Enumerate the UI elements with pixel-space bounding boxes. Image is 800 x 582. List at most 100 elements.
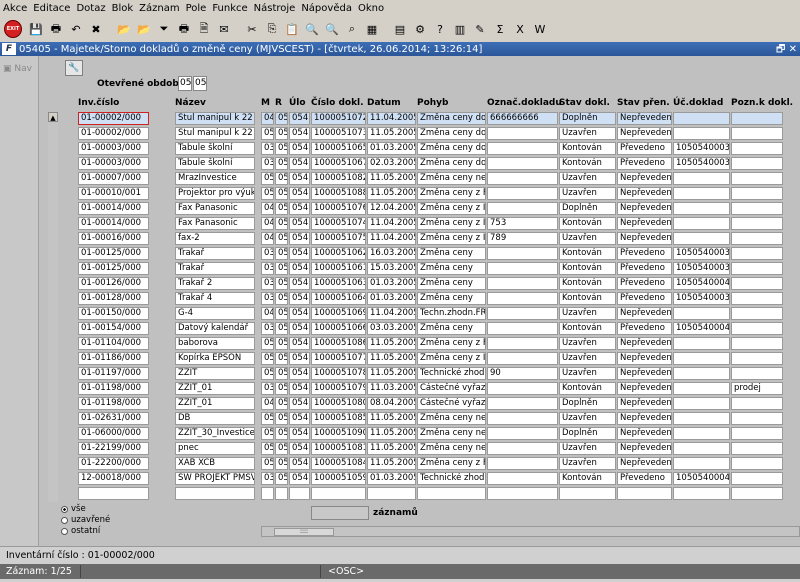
table-cell[interactable]: Změna ceny z FR: [417, 457, 486, 470]
table-cell[interactable]: 054: [289, 472, 310, 485]
column-header-1[interactable]: Název: [175, 98, 206, 108]
undo-icon[interactable]: ↶: [67, 20, 85, 38]
table-cell[interactable]: 054: [289, 157, 310, 170]
table-cell[interactable]: 05: [275, 142, 288, 155]
table-cell[interactable]: [731, 247, 783, 260]
table-cell[interactable]: 11.03.2005: [367, 382, 416, 395]
table-cell[interactable]: Kontován: [559, 217, 616, 230]
table-cell[interactable]: 1000051073: [311, 127, 366, 140]
table-cell[interactable]: 1000051064: [311, 292, 366, 305]
table-cell[interactable]: [487, 397, 558, 410]
table-cell[interactable]: Změna ceny do 4: [417, 127, 486, 140]
table-cell[interactable]: [487, 382, 558, 395]
table-cell[interactable]: Převedeno: [617, 247, 672, 260]
menu-item-8[interactable]: Nápověda: [298, 3, 355, 14]
table-cell[interactable]: 054: [289, 337, 310, 350]
column-header-12[interactable]: Pozn.k dokl.: [731, 98, 793, 108]
table-cell[interactable]: Převedeno: [617, 142, 672, 155]
table-cell[interactable]: SW PROJEKT PMSV: [175, 472, 255, 485]
excel-icon[interactable]: X: [511, 20, 529, 38]
table-cell[interactable]: Projektor pro výuku: [175, 187, 255, 200]
delete-icon[interactable]: ✖: [87, 20, 105, 38]
table-cell[interactable]: Nepřevedeno: [617, 397, 672, 410]
table-cell[interactable]: [487, 142, 558, 155]
table-cell[interactable]: 04: [261, 112, 274, 125]
table-cell[interactable]: [673, 127, 730, 140]
save-icon[interactable]: 💾: [27, 20, 45, 38]
table-cell[interactable]: 11.04.2005: [367, 112, 416, 125]
table-cell[interactable]: 05: [275, 352, 288, 365]
table-cell[interactable]: [78, 487, 149, 500]
table-cell[interactable]: 054: [289, 232, 310, 245]
table-cell[interactable]: 1050540004: [673, 277, 730, 290]
table-cell[interactable]: 03: [261, 292, 274, 305]
menu-item-9[interactable]: Okno: [355, 3, 387, 14]
table-cell[interactable]: 054: [289, 427, 310, 440]
menu-item-7[interactable]: Nástroje: [251, 3, 299, 14]
table-cell[interactable]: Změna ceny: [417, 292, 486, 305]
table-cell[interactable]: [673, 382, 730, 395]
scroll-thumb[interactable]: ::::: [274, 528, 334, 536]
table-cell[interactable]: [487, 157, 558, 170]
table-cell[interactable]: [673, 457, 730, 470]
table-cell[interactable]: 05: [275, 217, 288, 230]
table-cell[interactable]: Nepřevedeno: [617, 112, 672, 125]
table-cell[interactable]: 1050540003: [673, 262, 730, 275]
folder-icon[interactable]: 📂: [135, 20, 153, 38]
table-cell[interactable]: 11.05.2005: [367, 427, 416, 440]
table-cell[interactable]: G-4: [175, 307, 255, 320]
table-cell[interactable]: [673, 307, 730, 320]
chart-icon[interactable]: ▥: [451, 20, 469, 38]
table-cell[interactable]: Změna ceny: [417, 322, 486, 335]
table-cell[interactable]: 05: [261, 367, 274, 380]
table-cell[interactable]: Částečné vyřazer: [417, 397, 486, 410]
table-cell[interactable]: [673, 187, 730, 200]
table-cell[interactable]: 05: [275, 307, 288, 320]
table-cell[interactable]: 01.03.2005: [367, 292, 416, 305]
table-cell[interactable]: 05: [275, 412, 288, 425]
table-cell[interactable]: Převedeno: [617, 322, 672, 335]
table-cell[interactable]: [487, 337, 558, 350]
table-cell[interactable]: 05: [275, 247, 288, 260]
table-cell[interactable]: Uzavřen: [559, 127, 616, 140]
table-cell[interactable]: Kontován: [559, 382, 616, 395]
table-cell[interactable]: 05: [275, 232, 288, 245]
table-cell[interactable]: Změna ceny do 4: [417, 112, 486, 125]
table-cell[interactable]: Nepřevedeno: [617, 382, 672, 395]
scroll-up-icon[interactable]: ▲: [48, 112, 58, 122]
column-header-2[interactable]: M: [261, 98, 270, 108]
table-cell[interactable]: ZZIT_01: [175, 397, 255, 410]
table-cell[interactable]: [311, 487, 366, 500]
table-cell[interactable]: 054: [289, 367, 310, 380]
table-cell[interactable]: Uzavřen: [559, 442, 616, 455]
help-icon[interactable]: ?: [431, 20, 449, 38]
zoom-icon[interactable]: ⌕: [343, 20, 361, 38]
table-cell[interactable]: Fax Panasonic: [175, 202, 255, 215]
table-cell[interactable]: Změna ceny: [417, 247, 486, 260]
table-cell[interactable]: 01-00154/000: [78, 322, 149, 335]
table-cell[interactable]: 753: [487, 217, 558, 230]
filter-radio-0[interactable]: vše: [61, 504, 86, 514]
table-cell[interactable]: 01-22199/000: [78, 442, 149, 455]
table-cell[interactable]: [175, 487, 255, 500]
table-cell[interactable]: Kontován: [559, 157, 616, 170]
table-cell[interactable]: 05: [275, 322, 288, 335]
table-cell[interactable]: 1050540003: [673, 292, 730, 305]
table-cell[interactable]: 01-01186/000: [78, 352, 149, 365]
table-cell[interactable]: [731, 217, 783, 230]
table-cell[interactable]: [731, 472, 783, 485]
table-cell[interactable]: 01-00125/000: [78, 247, 149, 260]
table-cell[interactable]: MrazInvestice: [175, 172, 255, 185]
copy-icon[interactable]: ⎘: [263, 20, 281, 38]
table-cell[interactable]: 01-00150/000: [78, 307, 149, 320]
table-cell[interactable]: 1000051069: [311, 307, 366, 320]
table-cell[interactable]: 054: [289, 457, 310, 470]
table-cell[interactable]: [487, 442, 558, 455]
table-cell[interactable]: Kontován: [559, 277, 616, 290]
table-cell[interactable]: 05: [261, 172, 274, 185]
table-cell[interactable]: [487, 472, 558, 485]
table-cell[interactable]: 1000051084: [311, 457, 366, 470]
table-cell[interactable]: 08.04.2005: [367, 397, 416, 410]
table-cell[interactable]: Tabule školní: [175, 142, 255, 155]
table-cell[interactable]: [673, 217, 730, 230]
